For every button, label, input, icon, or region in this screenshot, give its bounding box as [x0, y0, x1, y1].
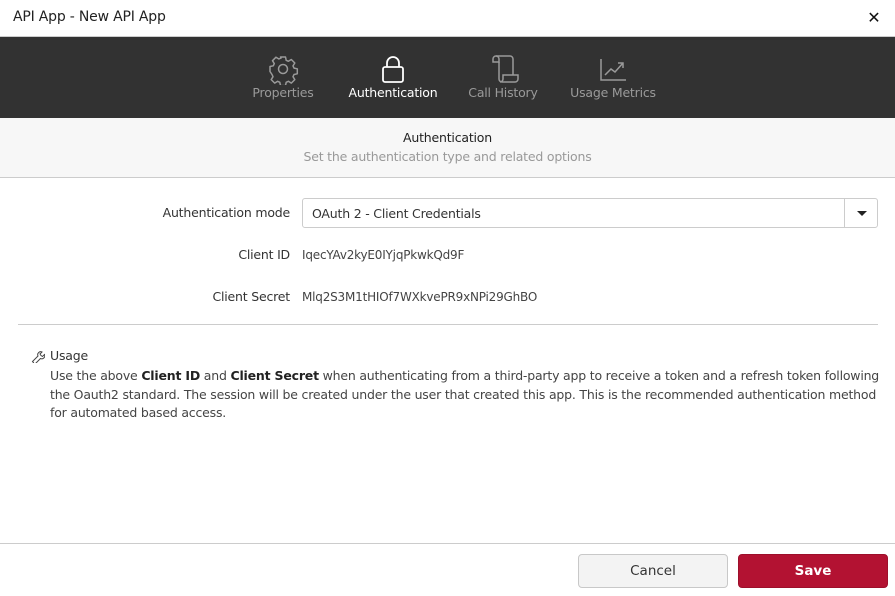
close-icon[interactable]: ✕ — [867, 8, 881, 28]
auth-mode-value: OAuth 2 - Client Credentials — [312, 206, 481, 221]
divider — [18, 324, 878, 325]
tab-properties[interactable]: Properties — [243, 37, 323, 118]
scroll-icon — [492, 55, 519, 83]
tab-authentication-label: Authentication — [348, 85, 438, 100]
tab-properties-label: Properties — [252, 85, 314, 100]
client-secret-label: Client Secret — [212, 289, 290, 304]
client-secret-value: Mlq2S3M1tHIOf7WXkvePR9xNPi29GhBO — [302, 290, 538, 304]
window-title: API App - New API App — [13, 9, 166, 25]
wrench-icon — [31, 351, 45, 363]
footer-divider — [0, 543, 895, 544]
gear-icon — [269, 56, 299, 85]
usage-description: Use the above Client ID and Client Secre… — [50, 367, 880, 423]
client-id-label: Client ID — [238, 247, 290, 262]
tab-call-history-label: Call History — [468, 85, 538, 100]
tab-authentication[interactable]: Authentication — [343, 37, 443, 118]
title-bar: API App - New API App ✕ — [0, 0, 895, 37]
client-id-value: IqecYAv2kyE0IYjqPkwkQd9F — [302, 248, 465, 262]
auth-mode-label: Authentication mode — [162, 205, 291, 220]
usage-text-part: and — [200, 368, 231, 383]
auth-mode-select[interactable]: OAuth 2 - Client Credentials — [302, 198, 878, 228]
dropdown-button[interactable] — [844, 199, 877, 227]
save-button[interactable]: Save — [738, 554, 888, 588]
usage-text-part: Use the above — [50, 368, 142, 383]
caret-down-icon — [857, 211, 867, 216]
chart-trend-icon — [600, 59, 626, 81]
section-subtitle: Set the authentication type and related … — [303, 149, 592, 164]
section-title: Authentication — [403, 130, 492, 145]
lock-icon — [382, 56, 404, 83]
tab-usage-metrics[interactable]: Usage Metrics — [565, 37, 661, 118]
usage-bold-client-id: Client ID — [141, 368, 201, 383]
tab-bar: Properties Authentication Call History U… — [0, 37, 895, 118]
usage-bold-client-secret: Client Secret — [230, 368, 319, 383]
cancel-button[interactable]: Cancel — [578, 554, 728, 588]
tab-call-history[interactable]: Call History — [463, 37, 543, 118]
usage-title: Usage — [50, 348, 88, 363]
tab-usage-metrics-label: Usage Metrics — [570, 85, 656, 100]
section-header: Authentication Set the authentication ty… — [0, 118, 895, 178]
